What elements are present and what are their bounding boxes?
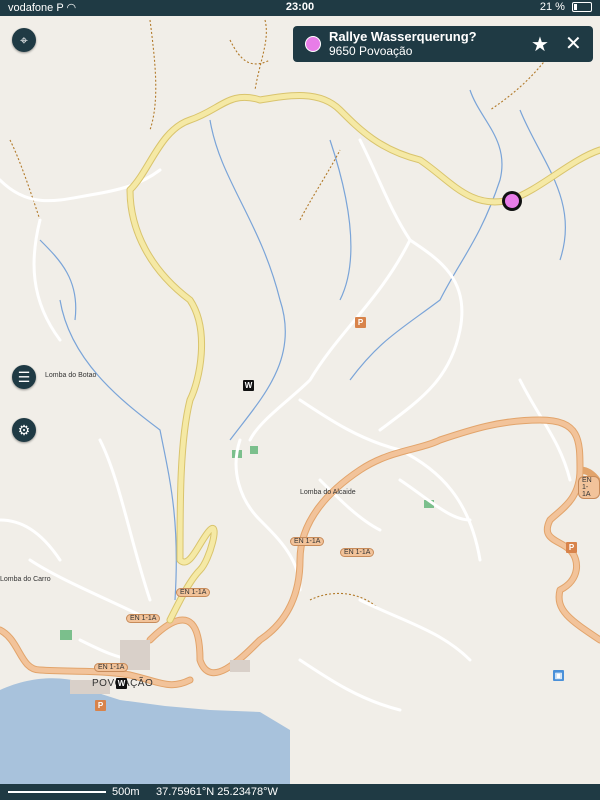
- close-icon[interactable]: ✕: [565, 31, 582, 56]
- parking-icon[interactable]: P: [566, 542, 577, 553]
- scale-bar: [8, 791, 106, 793]
- locate-button[interactable]: ⌖: [12, 28, 36, 52]
- menu-icon: ☰: [17, 369, 31, 385]
- road-shield: EN 1-1A: [290, 537, 325, 546]
- wikipedia-icon[interactable]: W: [243, 380, 254, 391]
- place-label: Lomba do Carro: [0, 576, 51, 583]
- menu-button[interactable]: ☰: [12, 365, 36, 389]
- road-shield: EN 1-1A: [176, 588, 211, 597]
- coordinates-readout: 37.75961°N 25.23478°W: [156, 786, 278, 798]
- road-shield: EN 1-1A: [578, 476, 600, 499]
- photo-icon[interactable]: ▣: [553, 670, 564, 681]
- wikipedia-icon[interactable]: W: [116, 678, 127, 689]
- parking-icon[interactable]: P: [95, 700, 106, 711]
- bottom-bar: 500m 37.75961°N 25.23478°W: [0, 784, 600, 800]
- place-label: Lomba do Botao: [45, 372, 97, 379]
- road-shield: EN 1-1A: [126, 614, 161, 623]
- popup-subtitle: 9650 Povoação: [329, 44, 413, 58]
- popup-title: Rallye Wasserquerung?: [329, 29, 477, 44]
- star-icon[interactable]: ★: [531, 32, 549, 57]
- locate-icon: ⌖: [20, 32, 28, 48]
- status-bar: vodafone P ◠ 23:00 21 %: [0, 0, 600, 16]
- clock: 23:00: [285, 1, 315, 13]
- road-shield: EN 1-1A: [340, 548, 375, 557]
- location-popup[interactable]: Rallye Wasserquerung? 9650 Povoação ★ ✕: [293, 26, 593, 62]
- battery-level: 21 %: [539, 1, 565, 13]
- place-label: Lomba do Alcaide: [300, 489, 356, 496]
- settings-icon: ⚙: [17, 422, 31, 438]
- scale-label: 500m: [112, 786, 140, 798]
- settings-button[interactable]: ⚙: [12, 418, 36, 442]
- map-canvas[interactable]: [0, 0, 600, 800]
- battery-icon: [572, 2, 592, 13]
- parking-icon[interactable]: P: [355, 317, 366, 328]
- road-shield: EN 1-1A: [94, 663, 129, 672]
- marker-dot-icon: [305, 36, 321, 52]
